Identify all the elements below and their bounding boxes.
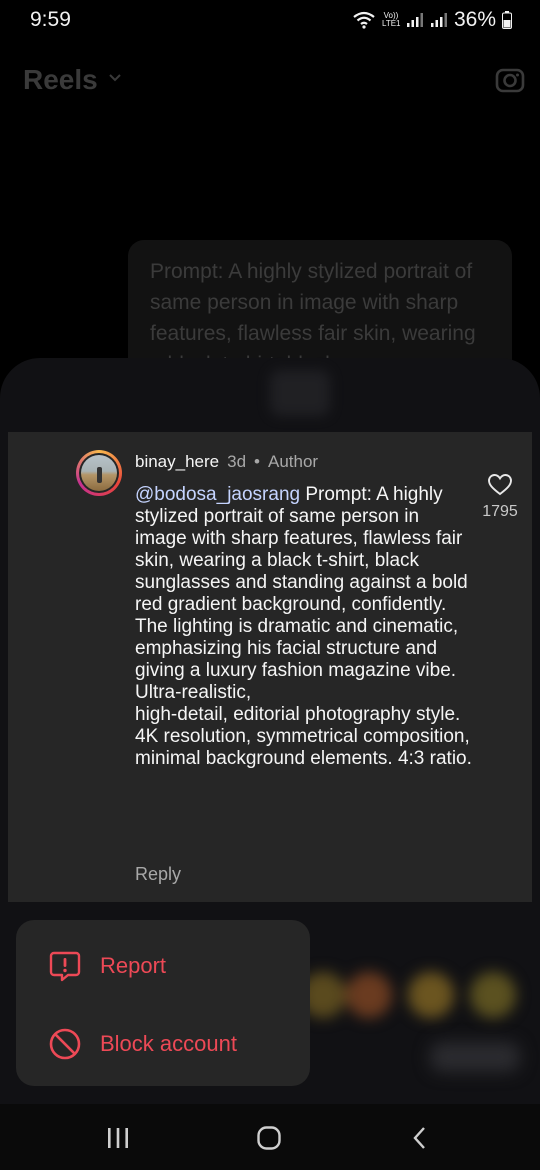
system-nav-bar xyxy=(0,1104,540,1170)
chevron-down-icon xyxy=(109,74,121,82)
home-icon[interactable] xyxy=(255,1124,283,1152)
back-icon[interactable] xyxy=(406,1124,434,1152)
reply-button[interactable]: Reply xyxy=(135,864,181,885)
status-bar: 9:59 Vo)) LTE1 36% xyxy=(0,0,540,44)
block-icon xyxy=(49,1028,81,1060)
blurred-emoji-row xyxy=(300,972,530,1032)
reels-title: Reels xyxy=(23,64,98,95)
comment-age: 3d xyxy=(227,452,247,471)
camera-icon xyxy=(495,68,525,93)
comment-meta: binay_here 3d • Author xyxy=(135,452,318,472)
heart-icon[interactable] xyxy=(487,472,513,498)
focused-comment: binay_here 3d • Author @bodosa_jaosrang … xyxy=(8,432,532,902)
block-account-menu-item[interactable]: Block account xyxy=(48,1024,237,1064)
avatar[interactable] xyxy=(76,450,122,496)
comment-body-text: Prompt: A highly stylized portrait of sa… xyxy=(135,484,472,769)
report-label: Report xyxy=(100,953,167,978)
wifi-icon xyxy=(353,11,375,29)
comment-mention[interactable]: @bodosa_jaosrang xyxy=(135,484,300,505)
report-icon xyxy=(49,951,81,982)
comment-username[interactable]: binay_here xyxy=(135,452,219,472)
volte-label: Vo)) LTE1 xyxy=(381,11,401,28)
battery-icon xyxy=(502,11,512,29)
report-menu-item[interactable]: Report xyxy=(48,946,166,986)
comment-action-menu: Report Block account xyxy=(16,920,310,1086)
blurred-element xyxy=(430,1042,520,1072)
status-icons: Vo)) LTE1 36% xyxy=(352,8,512,32)
meta-separator: • xyxy=(254,452,260,471)
signal-icon xyxy=(430,13,447,27)
blurred-element xyxy=(270,370,330,416)
battery-percent: 36% xyxy=(453,8,496,31)
author-badge: Author xyxy=(268,452,319,471)
recent-apps-icon[interactable] xyxy=(104,1124,132,1152)
signal-icon xyxy=(406,13,423,27)
status-time: 9:59 xyxy=(30,8,71,31)
comment-text: @bodosa_jaosrang Prompt: A highly styliz… xyxy=(135,484,475,770)
block-account-label: Block account xyxy=(100,1031,237,1056)
like-count: 1795 xyxy=(482,503,518,520)
